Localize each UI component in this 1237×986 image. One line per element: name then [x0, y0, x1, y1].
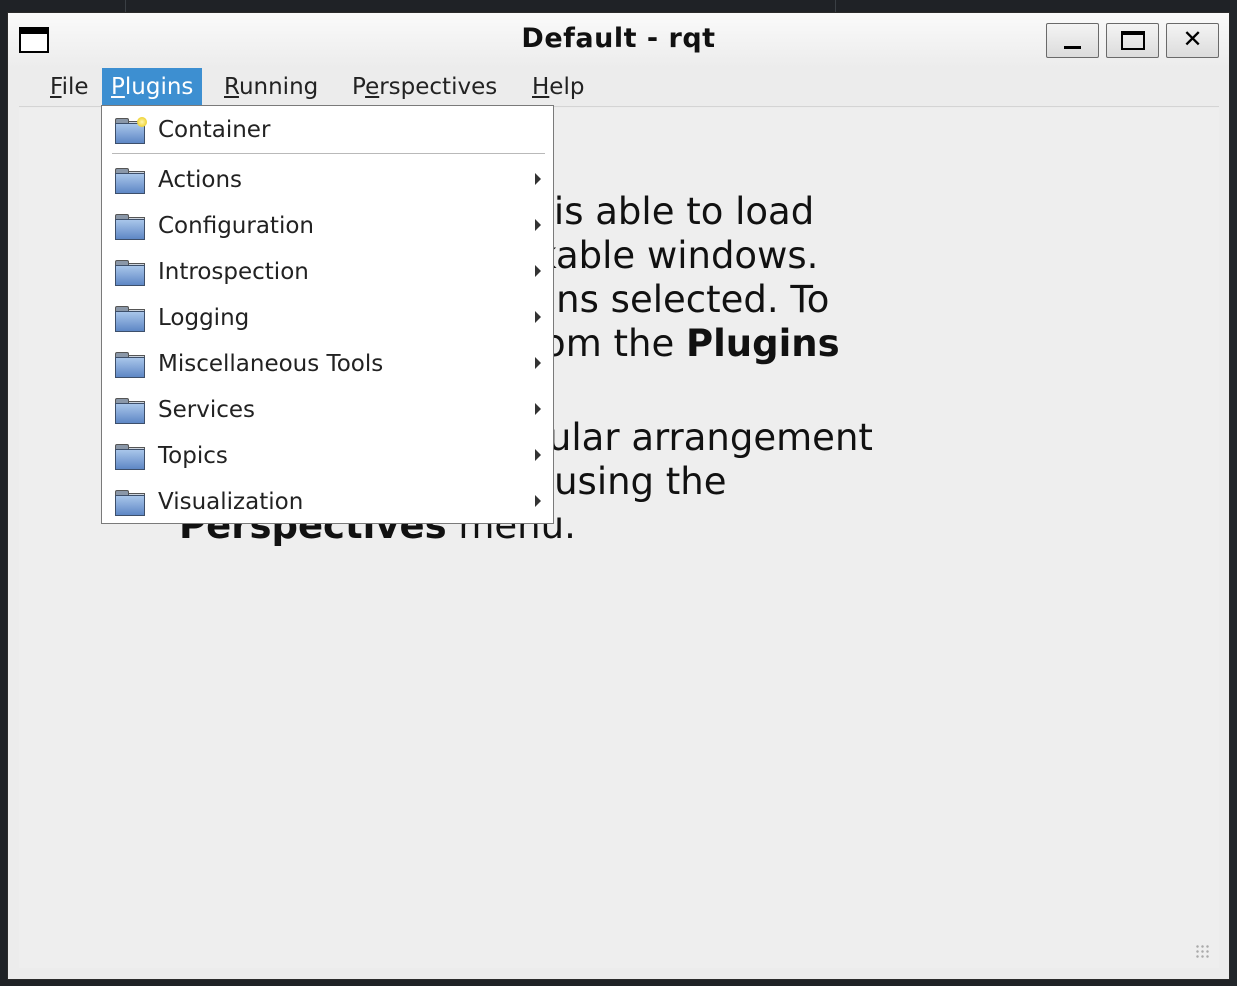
- folder-icon: [114, 212, 146, 240]
- menu-perspectives[interactable]: Perspectives: [343, 68, 506, 106]
- menu-item-logging[interactable]: Logging: [102, 296, 553, 340]
- submenu-arrow-icon: [535, 265, 541, 277]
- menu-item-introspection[interactable]: Introspection: [102, 250, 553, 294]
- menu-file[interactable]: File: [41, 68, 98, 106]
- menu-item-label: Container: [158, 117, 271, 143]
- menu-running[interactable]: Running: [215, 68, 327, 106]
- menu-separator: [112, 153, 545, 154]
- submenu-arrow-icon: [535, 403, 541, 415]
- menu-item-label: Actions: [158, 167, 243, 193]
- submenu-arrow-icon: [535, 495, 541, 507]
- menu-item-label: Logging: [158, 305, 250, 331]
- folder-icon: [114, 166, 146, 194]
- menu-item-miscellaneous-tools[interactable]: Miscellaneous Tools: [102, 342, 553, 386]
- submenu-arrow-icon: [535, 311, 541, 323]
- menu-item-label: Services: [158, 397, 255, 423]
- close-icon: ✕: [1182, 25, 1203, 53]
- menu-bar: File Plugins Running Perspectives Help: [19, 68, 1219, 107]
- submenu-arrow-icon: [535, 357, 541, 369]
- submenu-arrow-icon: [535, 173, 541, 185]
- maximize-button[interactable]: [1106, 23, 1159, 58]
- folder-icon: [114, 258, 146, 286]
- desktop-divider: [125, 0, 126, 12]
- plugins-dropdown-menu: Container Actions Configuration Introspe…: [101, 105, 554, 524]
- menu-item-label: Introspection: [158, 259, 309, 285]
- folder-icon: [114, 304, 146, 332]
- submenu-arrow-icon: [535, 219, 541, 231]
- menu-plugins[interactable]: Plugins: [102, 68, 203, 106]
- folder-new-icon: [114, 116, 147, 144]
- menu-item-actions[interactable]: Actions: [102, 158, 553, 202]
- title-bar[interactable]: Default - rqt ✕: [8, 13, 1229, 68]
- folder-icon: [114, 442, 146, 470]
- menu-item-label: Miscellaneous Tools: [158, 351, 384, 377]
- menu-item-visualization[interactable]: Visualization: [102, 480, 553, 524]
- menu-item-label: Visualization: [158, 489, 304, 515]
- menu-item-container[interactable]: Container: [102, 108, 553, 152]
- folder-icon: [114, 396, 146, 424]
- text-line: using the: [542, 460, 727, 503]
- menu-item-services[interactable]: Services: [102, 388, 553, 432]
- menu-help[interactable]: Help: [523, 68, 593, 106]
- resize-grip[interactable]: [1195, 944, 1211, 960]
- folder-icon: [114, 350, 146, 378]
- minimize-button[interactable]: [1046, 23, 1099, 58]
- close-button[interactable]: ✕: [1166, 23, 1219, 58]
- menu-item-label: Topics: [158, 443, 228, 469]
- submenu-arrow-icon: [535, 449, 541, 461]
- folder-icon: [114, 488, 146, 516]
- desktop-divider: [835, 0, 836, 12]
- desktop-background: [1230, 0, 1237, 986]
- menu-item-topics[interactable]: Topics: [102, 434, 553, 478]
- text-bold: Plugins: [685, 322, 840, 365]
- menu-item-label: Configuration: [158, 213, 314, 239]
- menu-item-configuration[interactable]: Configuration: [102, 204, 553, 248]
